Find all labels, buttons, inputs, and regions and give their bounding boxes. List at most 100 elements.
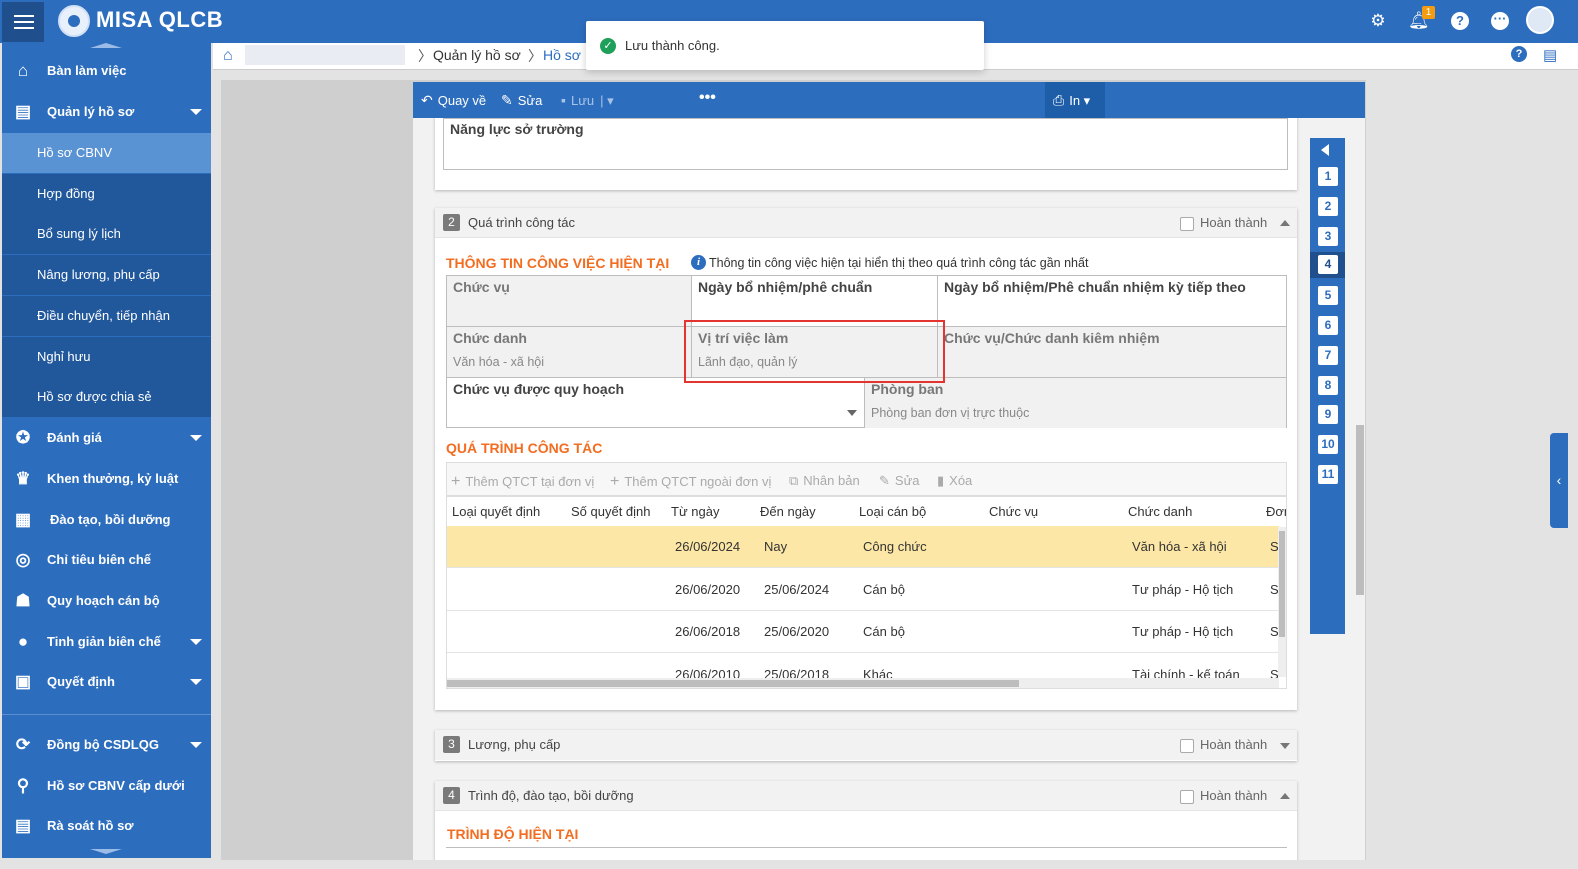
table-row[interactable]: 26/06/2018 25/06/2020 Cán bộ Tư pháp - H… [447, 611, 1279, 653]
card-header[interactable]: 2 Quá trình công tác Hoàn thành [435, 208, 1297, 238]
sidebar-item-dong-bo[interactable]: ⟳ Đồng bộ CSDLQG [2, 725, 211, 765]
table-vertical-scrollbar[interactable] [1278, 527, 1286, 677]
column-header[interactable]: Từ ngày [671, 504, 719, 519]
sidebar-item-quan-ly-ho-so[interactable]: ▤ Quản lý hồ sơ [2, 92, 211, 132]
nav-section-9[interactable]: 9 [1318, 405, 1338, 424]
field-label: Ngày bổ nhiệm/phê chuẩn [698, 279, 873, 295]
field-ngay-bo-nhiem-tiep-theo[interactable]: Ngày bổ nhiệm/Phê chuẩn nhiệm kỳ tiếp th… [938, 276, 1286, 327]
table-horizontal-scrollbar[interactable] [447, 678, 1279, 688]
nav-section-7[interactable]: 7 [1318, 346, 1338, 365]
home-icon[interactable]: ⌂ [223, 47, 233, 65]
cell-tu-ngay: 26/06/2024 [675, 539, 741, 554]
expand-icon[interactable] [1280, 743, 1290, 749]
sidebar-item-quyet-dinh[interactable]: ▣ Quyết định [2, 662, 211, 702]
column-header[interactable]: Loại cán bộ [859, 504, 926, 519]
history-title: QUÁ TRÌNH CÔNG TÁC [446, 440, 603, 456]
card-header[interactable]: 4 Trình độ, đào tạo, bồi dưỡng Hoàn thàn… [435, 781, 1297, 811]
home-icon: ⌂ [17, 61, 29, 80]
sidebar-item-ho-so-cap-duoi[interactable]: ⚲ Hồ sơ CBNV cấp dưới [2, 766, 211, 806]
card-header[interactable]: 3 Lương, phụ cấp Hoàn thành [435, 730, 1297, 760]
more-actions-button[interactable]: ••• [699, 89, 716, 107]
scroll-thumb[interactable] [447, 680, 1019, 687]
print-label: In [1069, 93, 1081, 108]
right-panel-toggle[interactable]: ‹ [1550, 433, 1568, 528]
sidebar-item-dao-tao[interactable]: ▦ Đào tạo, bồi dưỡng [2, 500, 211, 540]
add-internal-button[interactable]: + Thêm QTCT tại đơn vị [451, 473, 594, 491]
sidebar-scroll-down[interactable] [90, 849, 122, 855]
nav-section-11[interactable]: 11 [1318, 465, 1338, 484]
table-row[interactable]: 26/06/2024 Nay Công chức Văn hóa - xã hộ… [447, 526, 1279, 568]
save-button[interactable]: ▪ Lưu | ▾ [561, 92, 614, 109]
avatar[interactable] [1526, 6, 1554, 34]
sidebar-item-tinh-gian[interactable]: ● Tinh giản biên chế [2, 622, 211, 662]
breadcrumb-item-quan-ly-ho-so[interactable]: Quản lý hồ sơ [433, 47, 521, 63]
card-title: Trình độ, đào tạo, bồi dưỡng [468, 788, 634, 803]
more-icon[interactable]: ··· [1491, 12, 1509, 30]
sidebar-item-danh-gia[interactable]: ✪ Đánh giá [2, 418, 211, 458]
done-checkbox[interactable] [1180, 739, 1194, 753]
nav-section-6[interactable]: 6 [1318, 316, 1338, 335]
page-scrollbar-thumb[interactable] [1356, 425, 1364, 595]
sidebar-item-label: Chỉ tiêu biên chế [47, 552, 152, 567]
field-label: Ngày bổ nhiệm/Phê chuẩn nhiệm kỳ tiếp th… [944, 279, 1246, 295]
sidebar-item-quy-hoach[interactable]: ☗ Quy hoạch cán bộ [2, 581, 211, 621]
collapse-left-icon[interactable] [1321, 144, 1329, 156]
collapse-icon[interactable] [1280, 220, 1290, 226]
collapse-icon[interactable] [1280, 793, 1290, 799]
hamburger-menu-button[interactable] [2, 2, 44, 42]
done-checkbox[interactable] [1180, 790, 1194, 804]
print-button[interactable]: ⎙ In ▾ [1045, 82, 1105, 118]
chevron-down-icon[interactable] [847, 410, 857, 416]
column-header[interactable]: Chức danh [1128, 504, 1192, 519]
column-header[interactable]: Chức vụ [989, 504, 1038, 519]
sidebar-item-label: Đào tạo, bồi dưỡng [50, 512, 171, 527]
sidebar-sub-bo-sung-ly-lich[interactable]: Bổ sung lý lịch [2, 214, 211, 254]
sidebar-scroll-up[interactable] [90, 43, 122, 51]
duplicate-button[interactable]: ⧉ Nhân bản [789, 473, 860, 489]
chat-icon[interactable]: ▤ [1543, 46, 1557, 64]
nav-section-5[interactable]: 5 [1318, 286, 1338, 305]
nang-luc-field[interactable]: Năng lực sở trường [443, 118, 1288, 170]
help-icon[interactable]: ? [1451, 12, 1469, 30]
field-label: Chức danh [453, 330, 527, 346]
field-label: Phòng ban [871, 381, 944, 397]
nav-section-4[interactable]: 4 [1318, 255, 1338, 274]
level-grid-top [446, 847, 1287, 860]
nav-section-2[interactable]: 2 [1318, 197, 1338, 216]
sidebar-item-ra-soat[interactable]: ▤ Rà soát hồ sơ [2, 806, 211, 846]
column-header[interactable]: Loại quyết định [452, 504, 540, 519]
sidebar-item-khen-thuong[interactable]: ♛ Khen thưởng, kỷ luật [2, 459, 211, 499]
sidebar-sub-nghi-huu[interactable]: Nghỉ hưu [2, 337, 211, 377]
sidebar-item-chi-tieu[interactable]: ◎ Chỉ tiêu biên chế [2, 540, 211, 580]
column-header[interactable]: Đến ngày [760, 504, 816, 519]
card-number: 3 [443, 736, 460, 753]
nav-section-10[interactable]: 10 [1318, 435, 1338, 454]
column-header[interactable]: Đơn [1266, 504, 1286, 519]
scroll-thumb[interactable] [1279, 531, 1285, 637]
back-button[interactable]: ↶ Quay về [421, 92, 486, 109]
delete-row-button[interactable]: ▮ Xóa [937, 473, 972, 489]
sidebar-sub-label: Bổ sung lý lịch [37, 226, 121, 241]
settings-icon[interactable]: ⚙ [1368, 11, 1388, 31]
done-checkbox[interactable] [1180, 217, 1194, 231]
sidebar-item-label: Quy hoạch cán bộ [47, 593, 160, 608]
sidebar-sub-dieu-chuyen[interactable]: Điều chuyển, tiếp nhận [2, 296, 211, 336]
column-header[interactable]: Số quyết định [571, 504, 651, 519]
sidebar-sub-hop-dong[interactable]: Hợp đồng [2, 174, 211, 214]
sidebar-sub-ho-so-chia-se[interactable]: Hồ sơ được chia sẻ [2, 377, 211, 417]
sidebar-sub-nang-luong[interactable]: Nâng lương, phụ cấp [2, 255, 211, 295]
edit-button[interactable]: ✎ Sửa [501, 92, 542, 109]
nav-section-1[interactable]: 1 [1318, 167, 1338, 186]
field-chuc-vu-quy-hoach[interactable]: Chức vụ được quy hoạch [447, 378, 865, 428]
breadcrumb-item-ho-so[interactable]: Hồ sơ [543, 47, 581, 63]
nav-section-3[interactable]: 3 [1318, 227, 1338, 246]
table-row[interactable]: 26/06/2020 25/06/2024 Cán bộ Tư pháp - H… [447, 569, 1279, 611]
sidebar-item-ban-lam-viec[interactable]: ⌂ Bàn làm việc [2, 51, 211, 91]
help-circle-icon[interactable]: ? [1511, 46, 1527, 62]
edit-row-button[interactable]: ✎ Sửa [879, 473, 920, 489]
nav-section-8[interactable]: 8 [1318, 376, 1338, 395]
add-external-button[interactable]: + Thêm QTCT ngoài đơn vị [610, 473, 771, 491]
pencil-icon: ✎ [879, 473, 890, 488]
form-toolbar: ↶ Quay về ✎ Sửa ▪ Lưu | ▾ ⎙ In ▾ ••• [413, 82, 1365, 118]
sidebar-sub-ho-so-cbnv[interactable]: Hồ sơ CBNV [2, 133, 211, 173]
